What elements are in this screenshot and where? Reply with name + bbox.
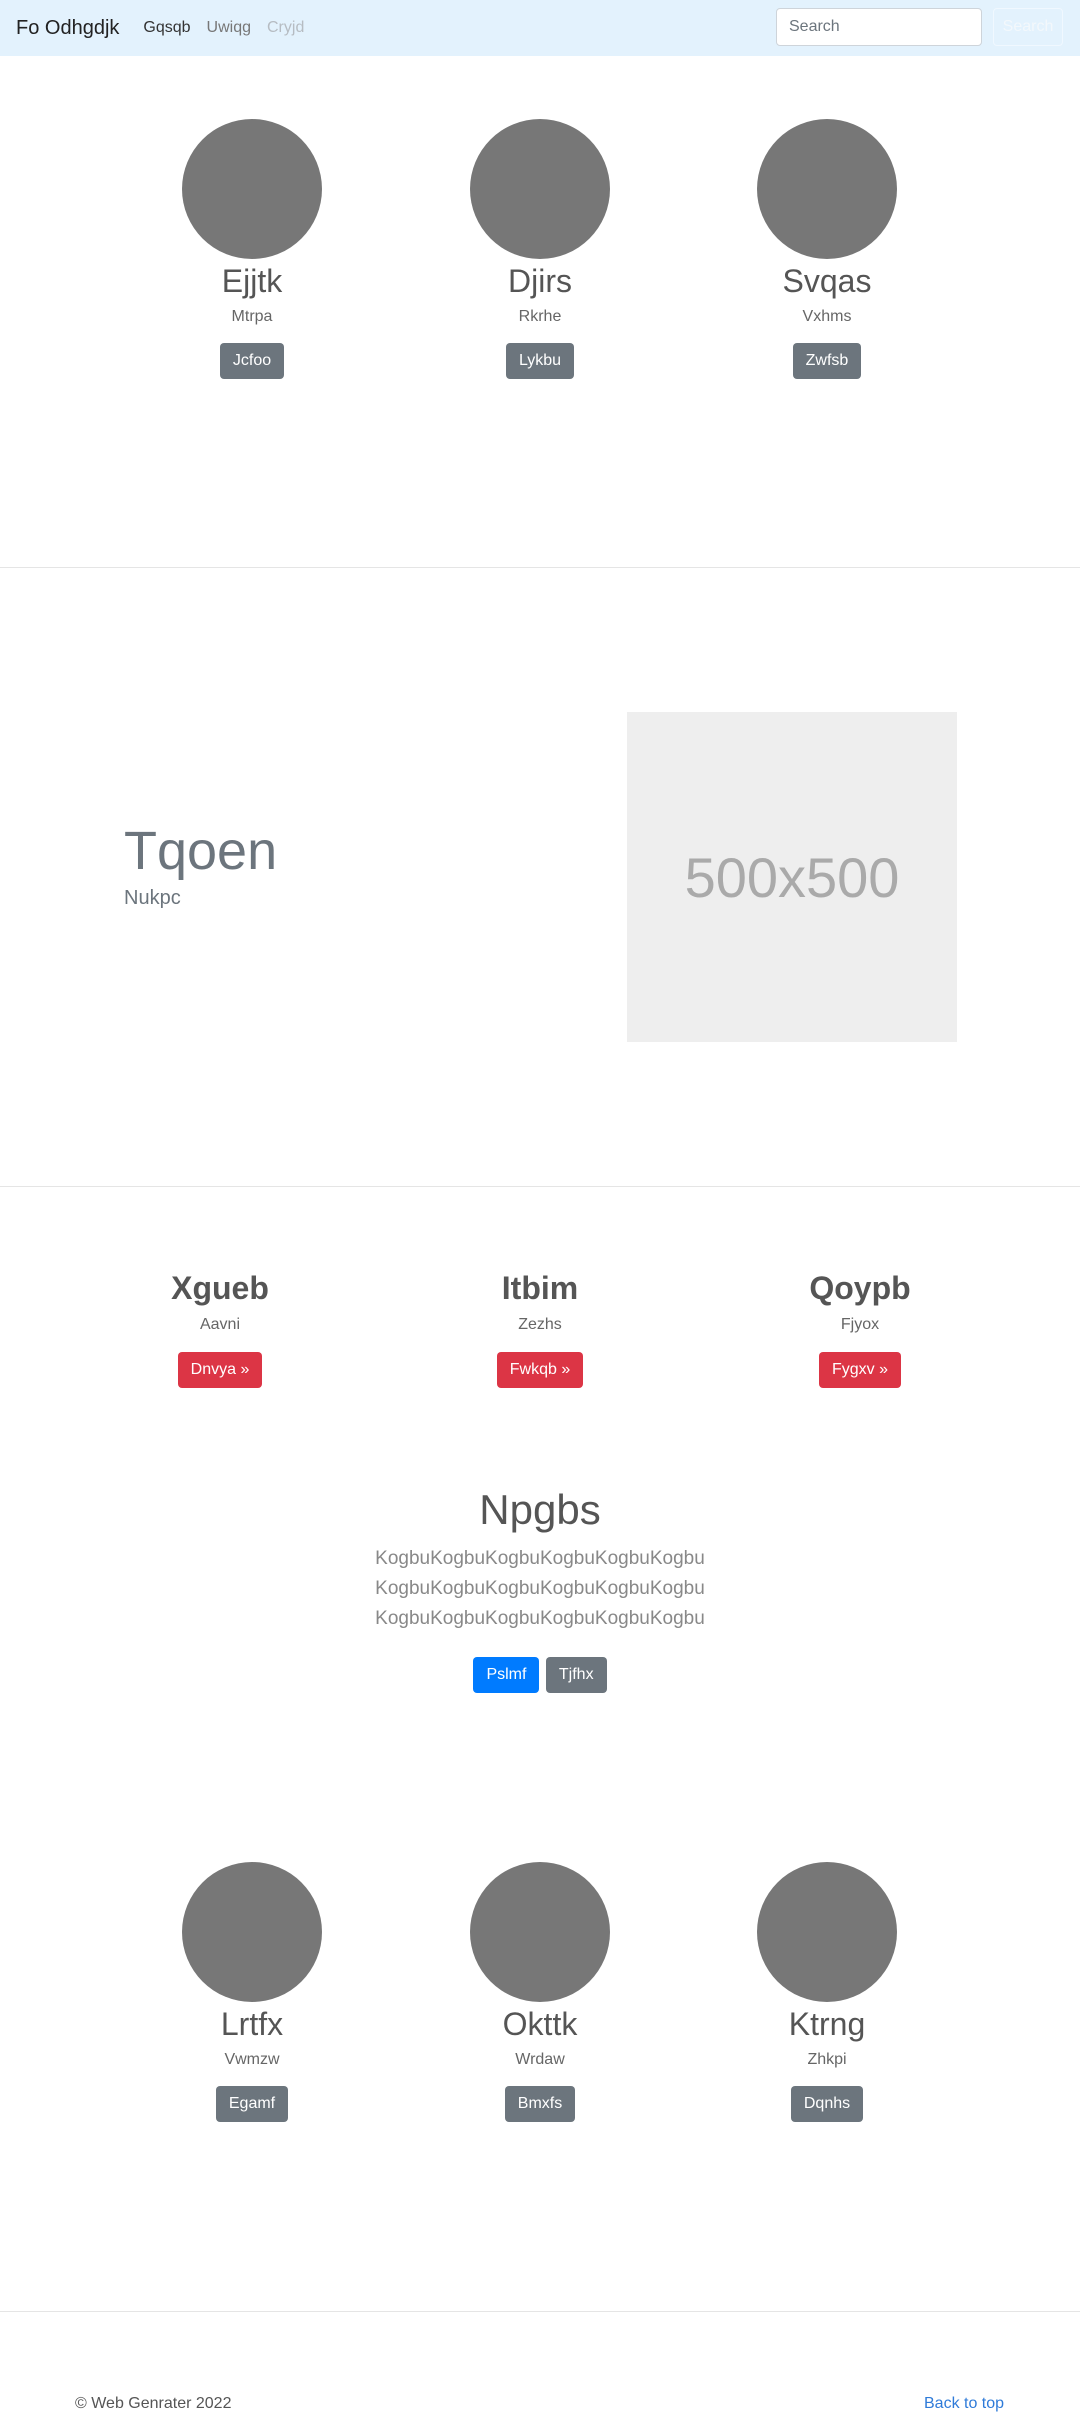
search-input[interactable] bbox=[776, 8, 982, 46]
nav-link-1[interactable]: Gqsqb bbox=[143, 19, 190, 37]
avatar-placeholder bbox=[757, 119, 897, 259]
feature-column: Xgueb Aavni Dnvya » bbox=[100, 1268, 340, 1388]
search-button[interactable]: Search bbox=[993, 8, 1063, 46]
card-button[interactable]: Egamf bbox=[215, 2086, 289, 2122]
hero-subtitle: Nukpc bbox=[124, 887, 181, 909]
nav-link-3-disabled: Cryjd bbox=[267, 19, 305, 36]
jumbotron-text: KogbuKogbuKogbuKogbuKogbuKogbu KogbuKogb… bbox=[0, 1544, 1080, 1634]
back-to-top-link[interactable]: Back to top bbox=[924, 2395, 1004, 2413]
feature-column: Qoypb Fjyox Fygxv » bbox=[740, 1268, 980, 1388]
primary-button[interactable]: Pslmf bbox=[473, 1657, 540, 1693]
jumbotron-line: KogbuKogbuKogbuKogbuKogbuKogbu bbox=[375, 1548, 705, 1569]
feature-title: Xgueb bbox=[171, 1270, 269, 1306]
jumbotron-title: Npgbs bbox=[479, 1486, 601, 1533]
feature-title: Itbim bbox=[501, 1270, 579, 1306]
jumbotron-line: KogbuKogbuKogbuKogbuKogbuKogbu bbox=[375, 1578, 705, 1599]
hero-title: Tqoen bbox=[124, 821, 278, 881]
feature-subtitle: Fjyox bbox=[840, 1316, 880, 1333]
team-card: Ejjtk Mtrpa Jcfoo bbox=[142, 119, 362, 379]
feature-column: Itbim Zezhs Fwkqb » bbox=[420, 1268, 660, 1388]
feature-title: Qoypb bbox=[809, 1270, 911, 1306]
feature-button[interactable]: Fygxv » bbox=[818, 1352, 901, 1388]
image-size-label: 500x500 bbox=[684, 845, 900, 909]
brand-link[interactable]: Fo Odhgdjk bbox=[16, 17, 119, 40]
card-button[interactable]: Zwfsb bbox=[792, 343, 862, 379]
card-subtitle: Mtrpa bbox=[231, 308, 273, 325]
section-divider bbox=[0, 567, 1080, 568]
section-divider bbox=[0, 2311, 1080, 2312]
team-card: Okttk Wrdaw Bmxfs bbox=[430, 1862, 650, 2122]
section-divider bbox=[0, 1186, 1080, 1187]
hero-image-placeholder: 500x500 bbox=[627, 712, 957, 1042]
footer-copyright: © Web Genrater 2022 bbox=[75, 2395, 232, 2412]
card-subtitle: Vxhms bbox=[802, 308, 852, 325]
card-button[interactable]: Lykbu bbox=[505, 343, 575, 379]
team-card: Djirs Rkrhe Lykbu bbox=[430, 119, 650, 379]
avatar-placeholder bbox=[470, 1862, 610, 2002]
card-title: Okttk bbox=[502, 2006, 578, 2042]
feature-subtitle: Aavni bbox=[199, 1316, 241, 1333]
card-title: Lrtfx bbox=[220, 2006, 284, 2042]
feature-button[interactable]: Fwkqb » bbox=[496, 1352, 584, 1388]
jumbotron-line: KogbuKogbuKogbuKogbuKogbuKogbu bbox=[375, 1608, 705, 1629]
card-subtitle: Rkrhe bbox=[518, 308, 562, 325]
team-card: Lrtfx Vwmzw Egamf bbox=[142, 1862, 362, 2122]
avatar-placeholder bbox=[470, 119, 610, 259]
card-button[interactable]: Dqnhs bbox=[790, 2086, 864, 2122]
card-subtitle: Zhkpi bbox=[807, 2051, 847, 2068]
feature-subtitle: Zezhs bbox=[518, 1316, 562, 1333]
card-title: Svqas bbox=[782, 263, 872, 299]
card-title: Ktrng bbox=[788, 2006, 866, 2042]
feature-button[interactable]: Dnvya » bbox=[177, 1352, 263, 1388]
nav-link-2[interactable]: Uwiqg bbox=[207, 19, 251, 37]
team-card: Svqas Vxhms Zwfsb bbox=[717, 119, 937, 379]
avatar-placeholder bbox=[182, 1862, 322, 2002]
secondary-button[interactable]: Tjfhx bbox=[545, 1657, 607, 1693]
card-subtitle: Vwmzw bbox=[224, 2051, 280, 2068]
card-button[interactable]: Jcfoo bbox=[219, 343, 285, 379]
avatar-placeholder bbox=[182, 119, 322, 259]
avatar-placeholder bbox=[757, 1862, 897, 2002]
card-title: Ejjtk bbox=[221, 263, 283, 299]
card-button[interactable]: Bmxfs bbox=[504, 2086, 576, 2122]
jumbotron-buttons: Pslmf Tjfhx bbox=[0, 1657, 1080, 1693]
team-card: Ktrng Zhkpi Dqnhs bbox=[717, 1862, 937, 2122]
card-title: Djirs bbox=[508, 263, 572, 299]
card-subtitle: Wrdaw bbox=[515, 2051, 565, 2068]
